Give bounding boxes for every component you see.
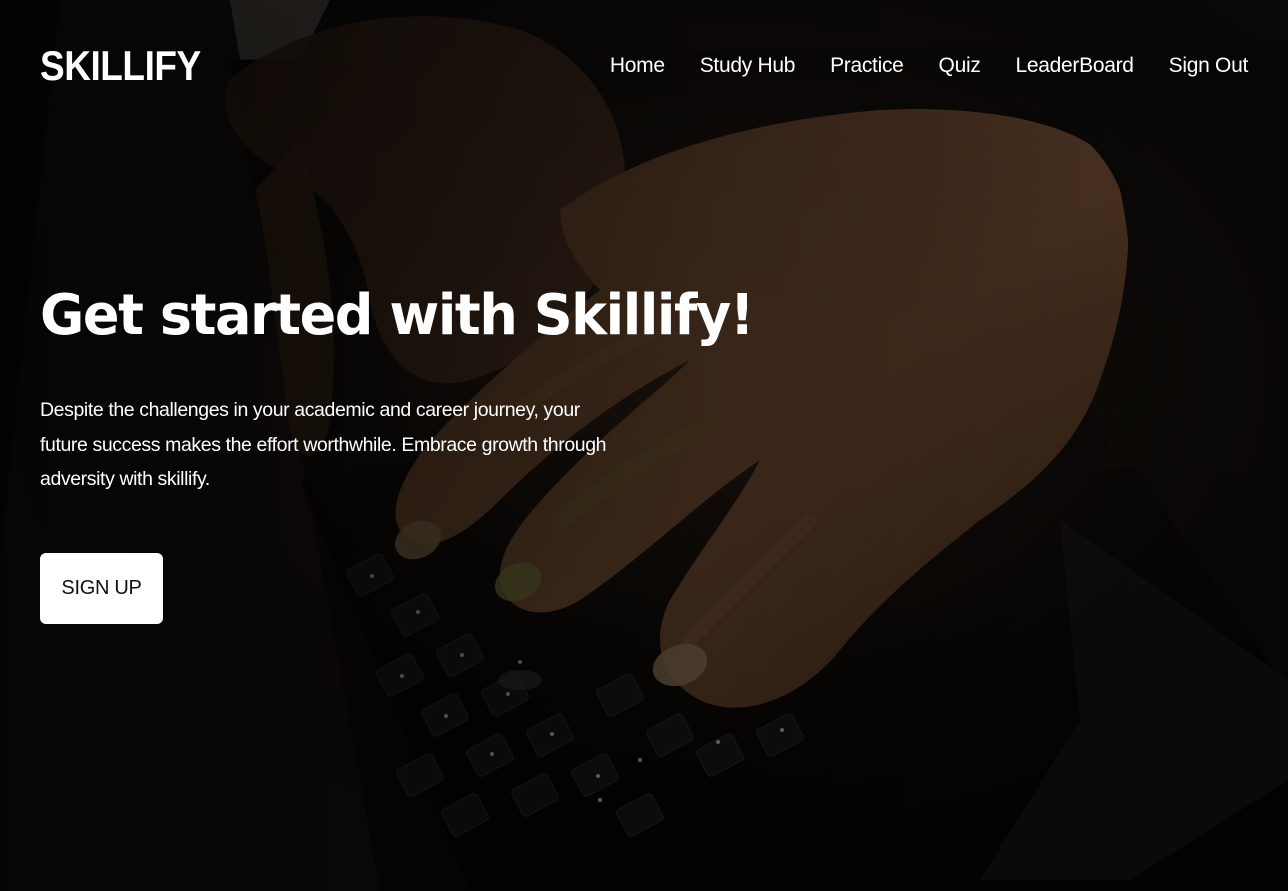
brand-logo[interactable]: SKILLIFY bbox=[40, 40, 201, 92]
hero-description: Despite the challenges in your academic … bbox=[40, 399, 607, 490]
nav-home[interactable]: Home bbox=[610, 52, 665, 80]
nav-quiz[interactable]: Quiz bbox=[939, 52, 981, 80]
nav-sign-out[interactable]: Sign Out bbox=[1169, 52, 1249, 80]
hero-section: SKILLIFY Home Study Hub Practice Quiz Le… bbox=[0, 0, 1288, 891]
sign-up-button[interactable]: SIGN UP bbox=[40, 553, 163, 624]
main-nav: Home Study Hub Practice Quiz LeaderBoard… bbox=[610, 52, 1248, 80]
nav-practice[interactable]: Practice bbox=[830, 52, 904, 80]
hero-title: Get started with Skillify! bbox=[40, 283, 754, 348]
top-navigation-bar: SKILLIFY Home Study Hub Practice Quiz Le… bbox=[0, 0, 1288, 132]
nav-study-hub[interactable]: Study Hub bbox=[700, 52, 796, 80]
nav-leaderboard[interactable]: LeaderBoard bbox=[1016, 52, 1134, 80]
